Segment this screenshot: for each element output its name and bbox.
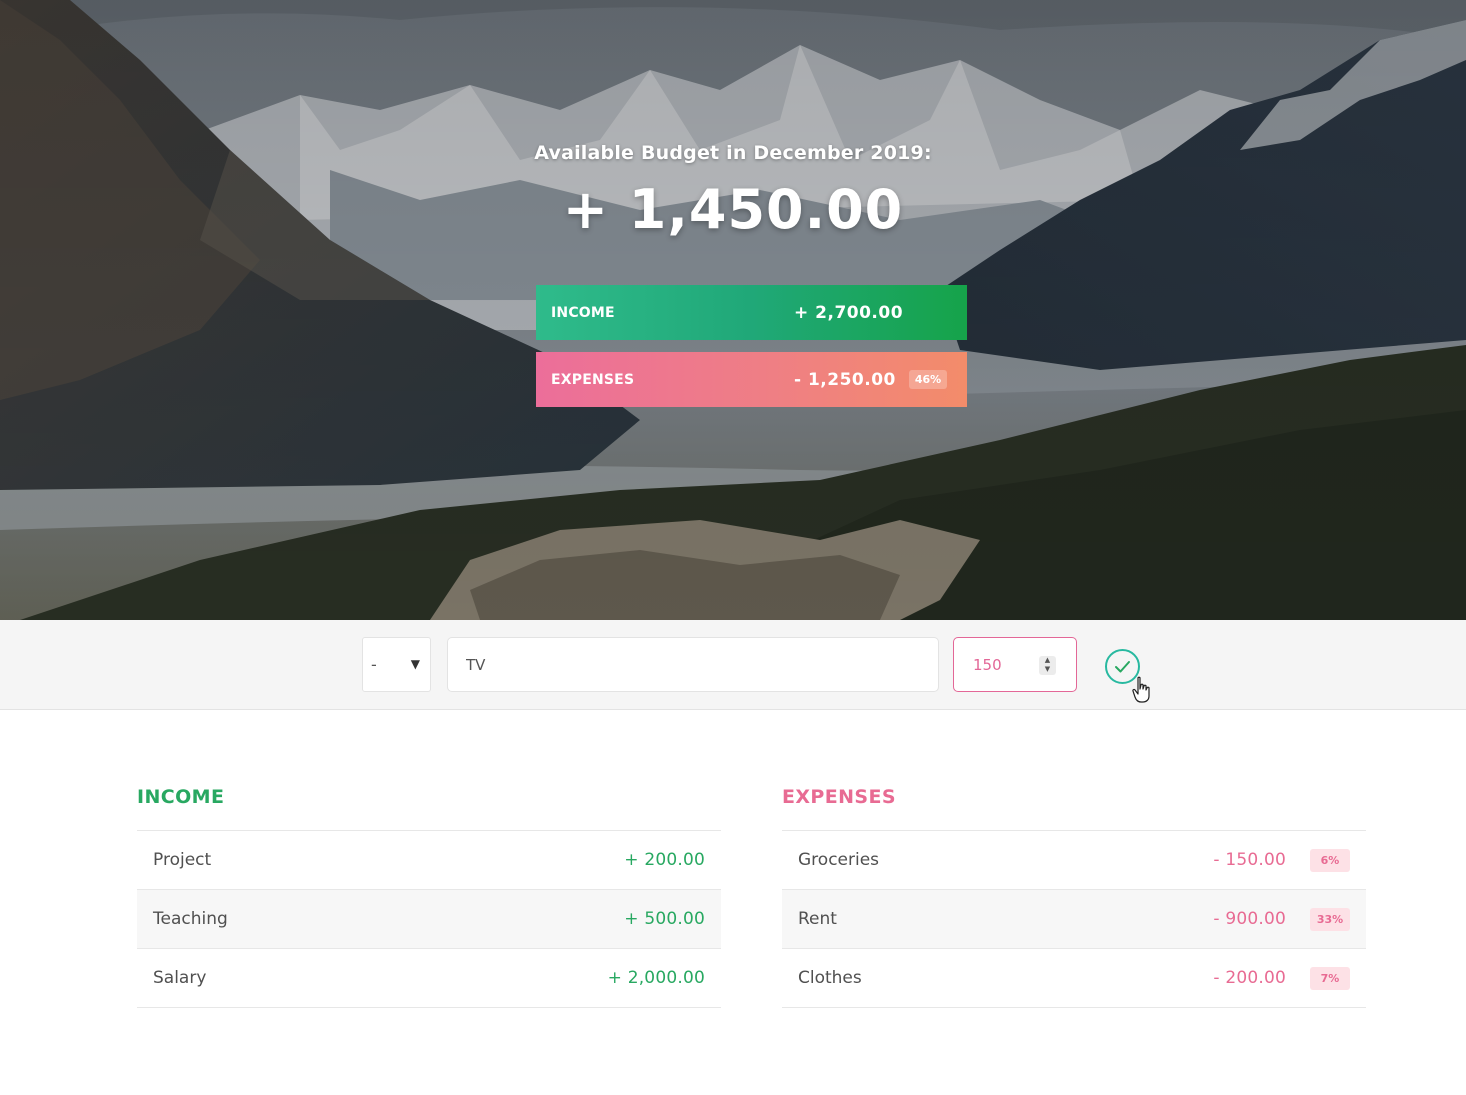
income-list: Income Project + 200.00 Teaching + 500.0… <box>137 786 721 1008</box>
expense-percentage-badge: 33% <box>1310 907 1350 931</box>
expense-row-description: Groceries <box>798 850 880 870</box>
expense-percentage-badge: 7% <box>1310 966 1350 990</box>
expenses-summary-label: Expenses <box>551 371 635 388</box>
expense-percentage-badge: 6% <box>1310 848 1350 872</box>
amount-input[interactable]: 150 ▲ ▼ <box>953 637 1077 692</box>
expenses-rows: Groceries - 150.00 6% Rent - 900.00 33% … <box>782 830 1366 1008</box>
expenses-list-title: Expenses <box>782 786 896 808</box>
income-summary: Income + 2,700.00 <box>536 285 967 340</box>
expense-row[interactable]: Rent - 900.00 33% <box>782 890 1366 949</box>
expense-row-description: Clothes <box>798 968 862 988</box>
income-list-title: Income <box>137 786 225 808</box>
income-summary-label: Income <box>551 304 615 321</box>
expense-row-value: - 150.00 <box>1213 850 1286 870</box>
type-select-value: - <box>371 655 377 674</box>
budget-panel: Available Budget in December 2019: + 1,4… <box>0 142 1466 241</box>
budget-value: + 1,450.00 <box>562 178 904 241</box>
income-row-value: + 500.00 <box>624 909 705 929</box>
type-select[interactable]: - ▼ <box>362 637 431 692</box>
expenses-percentage-badge: 46% <box>908 370 948 389</box>
expense-row[interactable]: Clothes - 200.00 7% <box>782 949 1366 1008</box>
description-input[interactable] <box>447 637 939 692</box>
number-spinner-icon[interactable]: ▲ ▼ <box>1039 656 1056 675</box>
expense-row-description: Rent <box>798 909 837 929</box>
caret-down-icon: ▼ <box>410 657 420 671</box>
income-row-value: + 200.00 <box>624 850 705 870</box>
amount-input-value: 150 <box>973 655 1002 674</box>
income-row-description: Salary <box>153 968 207 988</box>
income-row-value: + 2,000.00 <box>607 968 705 988</box>
expenses-summary-value: - 1,250.00 <box>794 369 896 390</box>
hand-cursor-icon <box>1132 676 1150 703</box>
hero-banner: Available Budget in December 2019: + 1,4… <box>0 0 1466 620</box>
expenses-summary: Expenses - 1,250.00 46% <box>536 352 967 407</box>
expense-row[interactable]: Groceries - 150.00 6% <box>782 831 1366 890</box>
add-item-bar: - ▼ 150 ▲▼ <box>0 620 1466 710</box>
expenses-list: Expenses Groceries - 150.00 6% Rent - 90… <box>782 786 1366 1008</box>
income-row[interactable]: Teaching + 500.00 <box>137 890 721 949</box>
income-row[interactable]: Salary + 2,000.00 <box>137 949 721 1008</box>
income-row-description: Teaching <box>153 909 228 929</box>
income-rows: Project + 200.00 Teaching + 500.00 Salar… <box>137 830 721 1008</box>
income-summary-value: + 2,700.00 <box>794 302 904 323</box>
expense-row-value: - 900.00 <box>1213 909 1286 929</box>
expense-row-value: - 200.00 <box>1213 968 1286 988</box>
income-row-description: Project <box>153 850 212 870</box>
budget-title: Available Budget in December 2019: <box>534 142 932 164</box>
income-row[interactable]: Project + 200.00 <box>137 831 721 890</box>
